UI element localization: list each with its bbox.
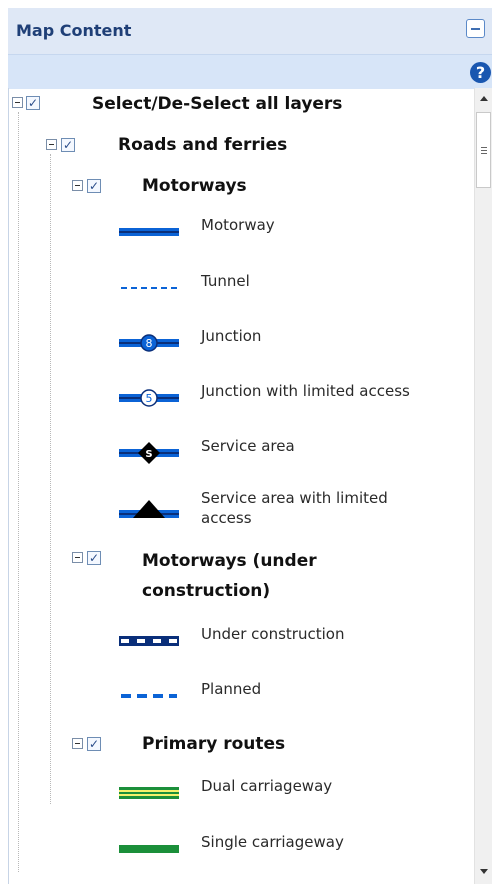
under-construction-symbol — [119, 636, 179, 646]
legend-item-label: Planned — [201, 680, 262, 698]
legend-item-label: Junction with limited access — [201, 382, 410, 400]
checkbox-primary-routes[interactable]: ✓ — [87, 737, 101, 751]
checkbox-roads-ferries[interactable]: ✓ — [61, 138, 75, 152]
dual-carriageway-symbol — [119, 787, 179, 799]
expander-roads-ferries[interactable] — [46, 139, 57, 150]
single-carriageway-symbol — [119, 845, 179, 853]
planned-symbol — [121, 694, 177, 698]
service-area-badge: S — [145, 449, 152, 460]
legend-item-label: Under construction — [201, 625, 345, 643]
root-label: Select/De-Select all layers — [92, 94, 343, 114]
legend-item-label: Junction — [201, 327, 262, 345]
legend-item-label: Dual carriageway — [201, 777, 333, 795]
help-icon[interactable]: ? — [470, 62, 491, 83]
legend-item-label: Single carriageway — [201, 833, 344, 851]
junction-limited-symbol: 5 — [119, 389, 179, 407]
scroll-up-icon[interactable] — [480, 96, 488, 101]
expander-motorways-under-construction[interactable] — [72, 552, 83, 563]
checkbox-root[interactable]: ✓ — [26, 96, 40, 110]
junction-symbol: 8 — [119, 334, 179, 352]
panel-toolbar: ? — [8, 54, 492, 89]
expander-motorways[interactable] — [72, 180, 83, 191]
junction-badge: 8 — [146, 337, 153, 350]
vertical-scrollbar[interactable] — [474, 88, 492, 884]
subgroup-label-motorways-under-construction: Motorways (under construction) — [142, 551, 317, 601]
service-area-limited-symbol — [119, 500, 179, 518]
layer-tree: ✓ Select/De-Select all layers ✓ Roads an… — [8, 88, 475, 884]
service-area-symbol: S — [119, 442, 179, 464]
group-label-roads-ferries: Roads and ferries — [118, 135, 288, 155]
legend-item-label: Service area with limited access — [201, 489, 388, 527]
panel-header: Map Content — [8, 8, 492, 54]
subgroup-label-motorways: Motorways — [142, 176, 247, 196]
tunnel-symbol — [121, 287, 177, 289]
legend-item-label: Service area — [201, 437, 295, 455]
subgroup-label-primary-routes: Primary routes — [142, 734, 286, 754]
motorway-symbol — [119, 228, 179, 236]
legend-item-label: Tunnel — [201, 272, 250, 290]
collapse-icon[interactable] — [466, 19, 485, 38]
expander-primary-routes[interactable] — [72, 738, 83, 749]
checkbox-motorways[interactable]: ✓ — [87, 179, 101, 193]
checkbox-motorways-under-construction[interactable]: ✓ — [87, 551, 101, 565]
junction-limited-badge: 5 — [146, 392, 153, 405]
legend-item-label: Motorway — [201, 216, 275, 234]
expander-root[interactable] — [12, 97, 23, 108]
tree-connector — [18, 112, 19, 872]
panel-title: Map Content — [16, 21, 132, 40]
map-content-panel: Map Content ? ✓ Select/De-Select all lay… — [0, 0, 492, 884]
scroll-down-icon[interactable] — [480, 869, 488, 874]
tree-connector — [50, 154, 51, 804]
scroll-thumb[interactable] — [476, 112, 491, 188]
